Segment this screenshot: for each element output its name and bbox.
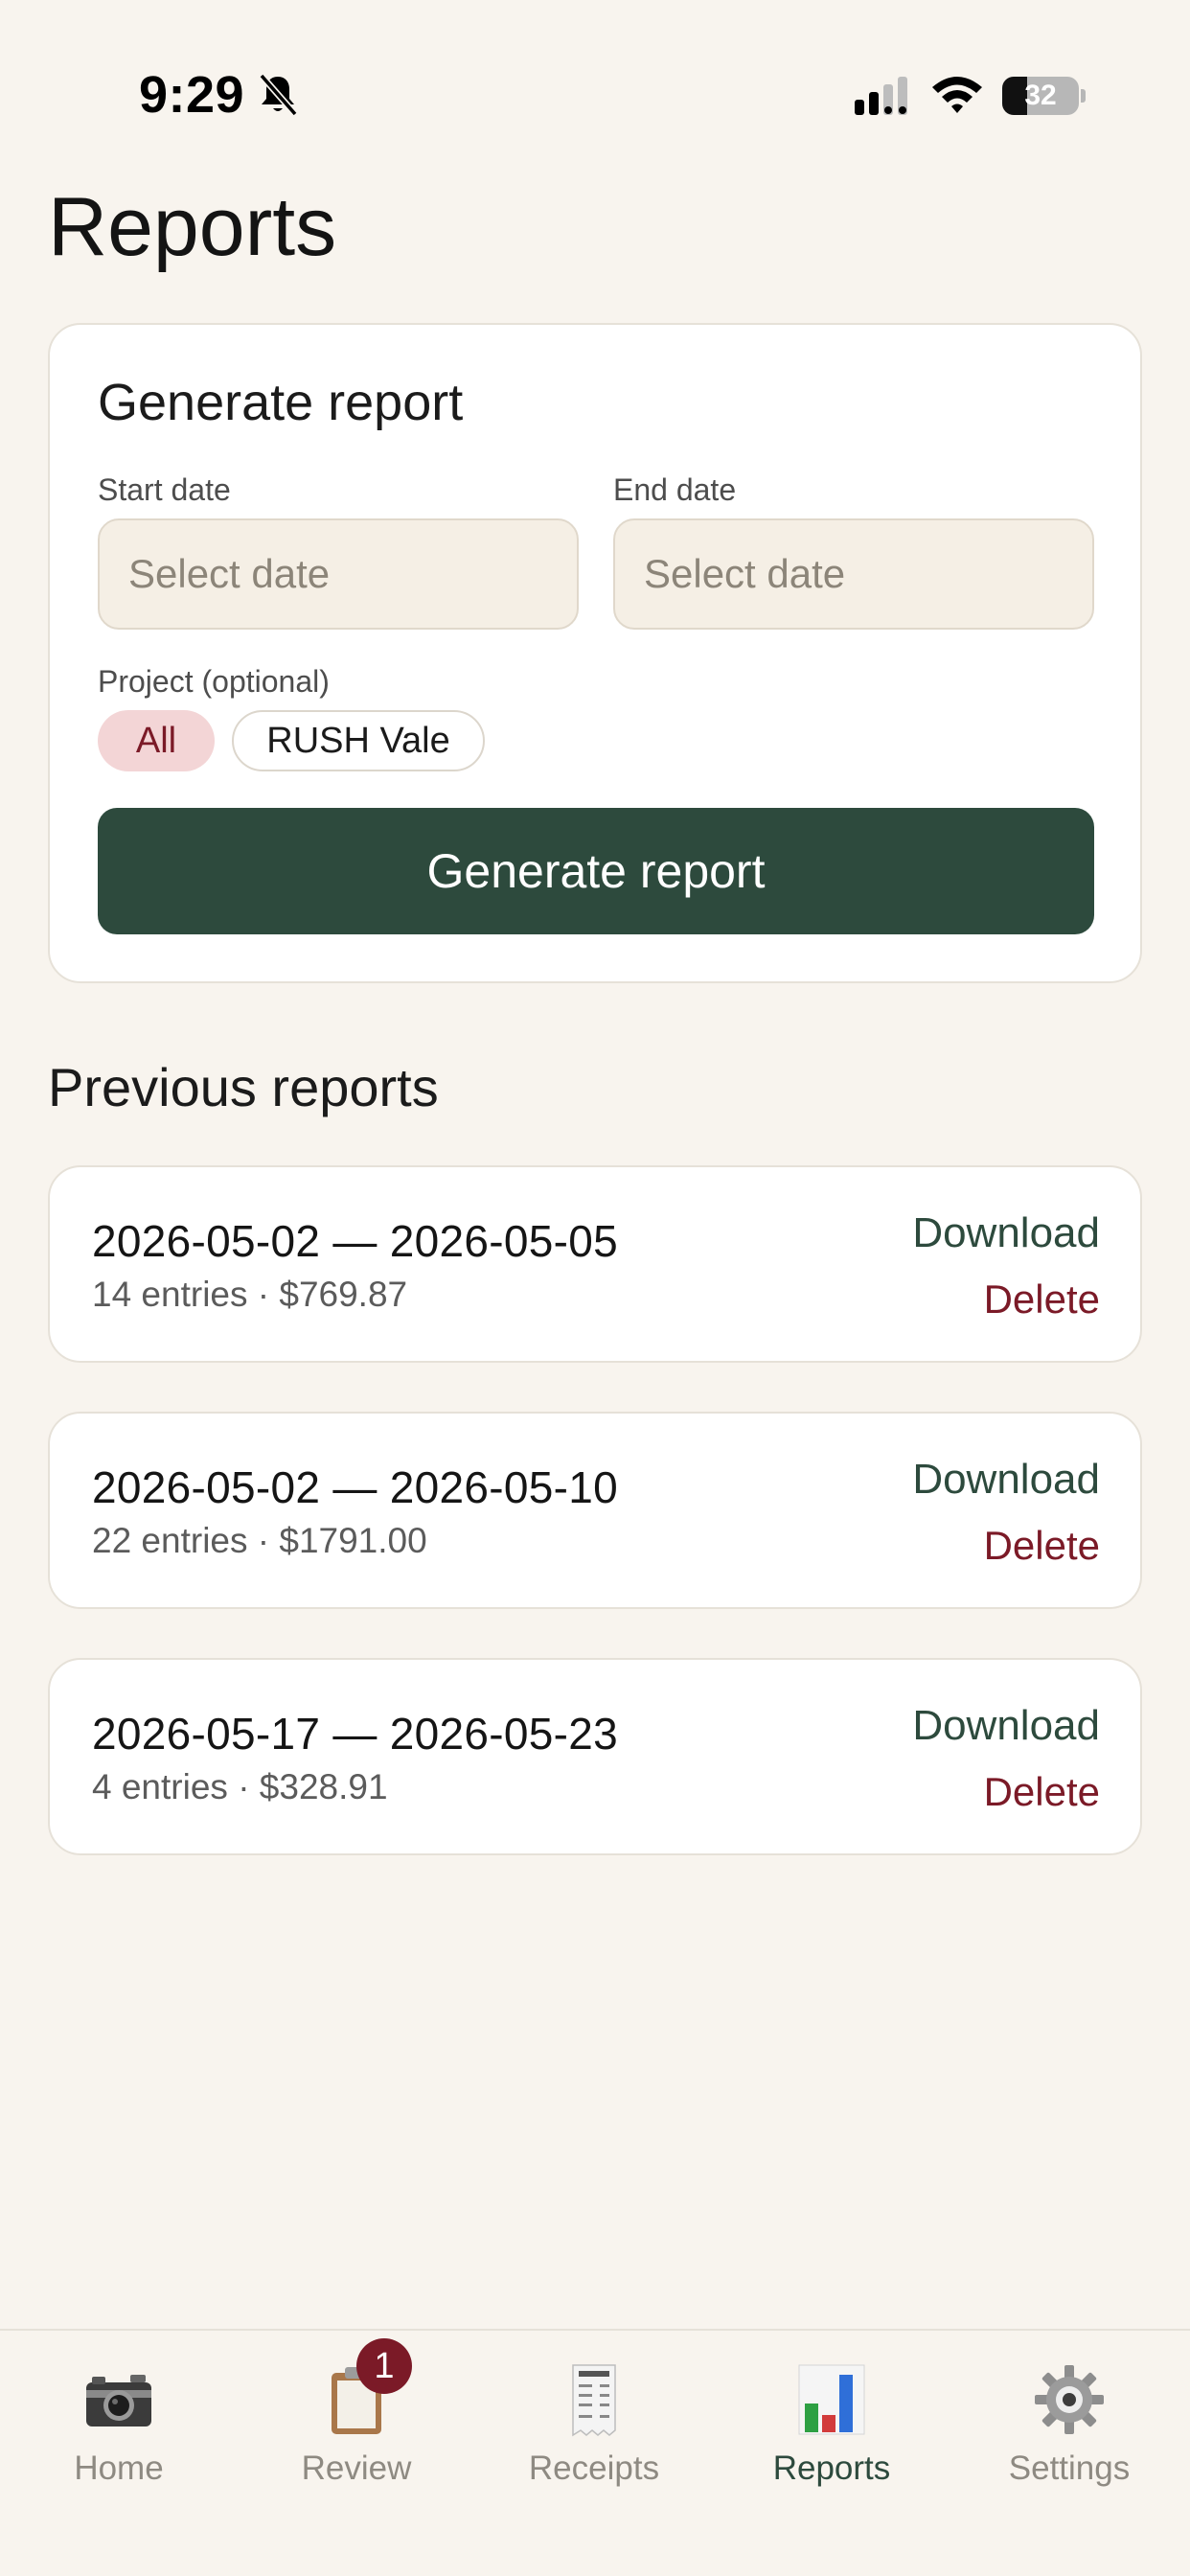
project-chip-all[interactable]: All (98, 710, 215, 771)
report-summary: 14 entries · $769.87 (92, 1275, 408, 1314)
report-card: 2026-05-17 — 2026-05-23 4 entries · $328… (48, 1658, 1142, 1855)
tab-label: Reports (772, 2450, 891, 2487)
download-button[interactable]: Download (912, 1209, 1100, 1257)
receipt-icon (572, 2364, 616, 2437)
report-card: 2026-05-02 — 2026-05-05 14 entries · $76… (48, 1165, 1142, 1363)
tab-label: Review (301, 2450, 412, 2487)
review-badge: 1 (356, 2338, 412, 2394)
download-button[interactable]: Download (912, 1702, 1100, 1750)
tab-bar: Home Review Receipts Reports Settings (0, 2329, 1190, 2576)
generate-card-title: Generate report (98, 374, 464, 431)
delete-button[interactable]: Delete (984, 1276, 1100, 1322)
report-card: 2026-05-02 — 2026-05-10 22 entries · $17… (48, 1412, 1142, 1609)
report-date-range: 2026-05-02 — 2026-05-10 (92, 1462, 619, 1512)
signal-icon (855, 77, 907, 115)
page-title: Reports (48, 181, 337, 273)
bell-muted-icon (259, 73, 298, 117)
project-label: Project (optional) (98, 664, 330, 699)
tab-reports[interactable]: Reports (713, 2331, 950, 2522)
report-date-range: 2026-05-17 — 2026-05-23 (92, 1709, 619, 1759)
delete-button[interactable]: Delete (984, 1523, 1100, 1569)
previous-reports-title: Previous reports (48, 1057, 439, 1117)
status-bar: 9:29 32 (0, 0, 1190, 192)
battery-indicator: 32 (1002, 77, 1086, 115)
download-button[interactable]: Download (912, 1456, 1100, 1504)
tab-receipts[interactable]: Receipts (475, 2331, 713, 2522)
end-date-field[interactable]: Select date (613, 518, 1094, 630)
report-date-range: 2026-05-02 — 2026-05-05 (92, 1216, 619, 1266)
end-date-label: End date (613, 472, 737, 507)
start-date-label: Start date (98, 472, 231, 507)
wifi-icon (932, 77, 982, 113)
bar-chart-icon (798, 2364, 865, 2435)
gear-icon (1035, 2365, 1104, 2434)
tab-settings[interactable]: Settings (950, 2331, 1188, 2522)
project-chip-rush-vale[interactable]: RUSH Vale (232, 710, 485, 771)
generate-report-card: Generate report Start date Select date E… (48, 323, 1142, 983)
tab-home[interactable]: Home (0, 2331, 238, 2522)
generate-report-button[interactable]: Generate report (98, 808, 1094, 934)
report-summary: 22 entries · $1791.00 (92, 1521, 427, 1560)
battery-percent: 32 (1024, 80, 1057, 111)
tab-label: Home (74, 2450, 164, 2487)
start-date-field[interactable]: Select date (98, 518, 579, 630)
camera-icon (86, 2375, 151, 2426)
tab-label: Settings (1008, 2450, 1131, 2487)
delete-button[interactable]: Delete (984, 1769, 1100, 1815)
tab-label: Receipts (528, 2450, 660, 2487)
report-summary: 4 entries · $328.91 (92, 1767, 388, 1806)
status-time: 9:29 (139, 66, 245, 124)
